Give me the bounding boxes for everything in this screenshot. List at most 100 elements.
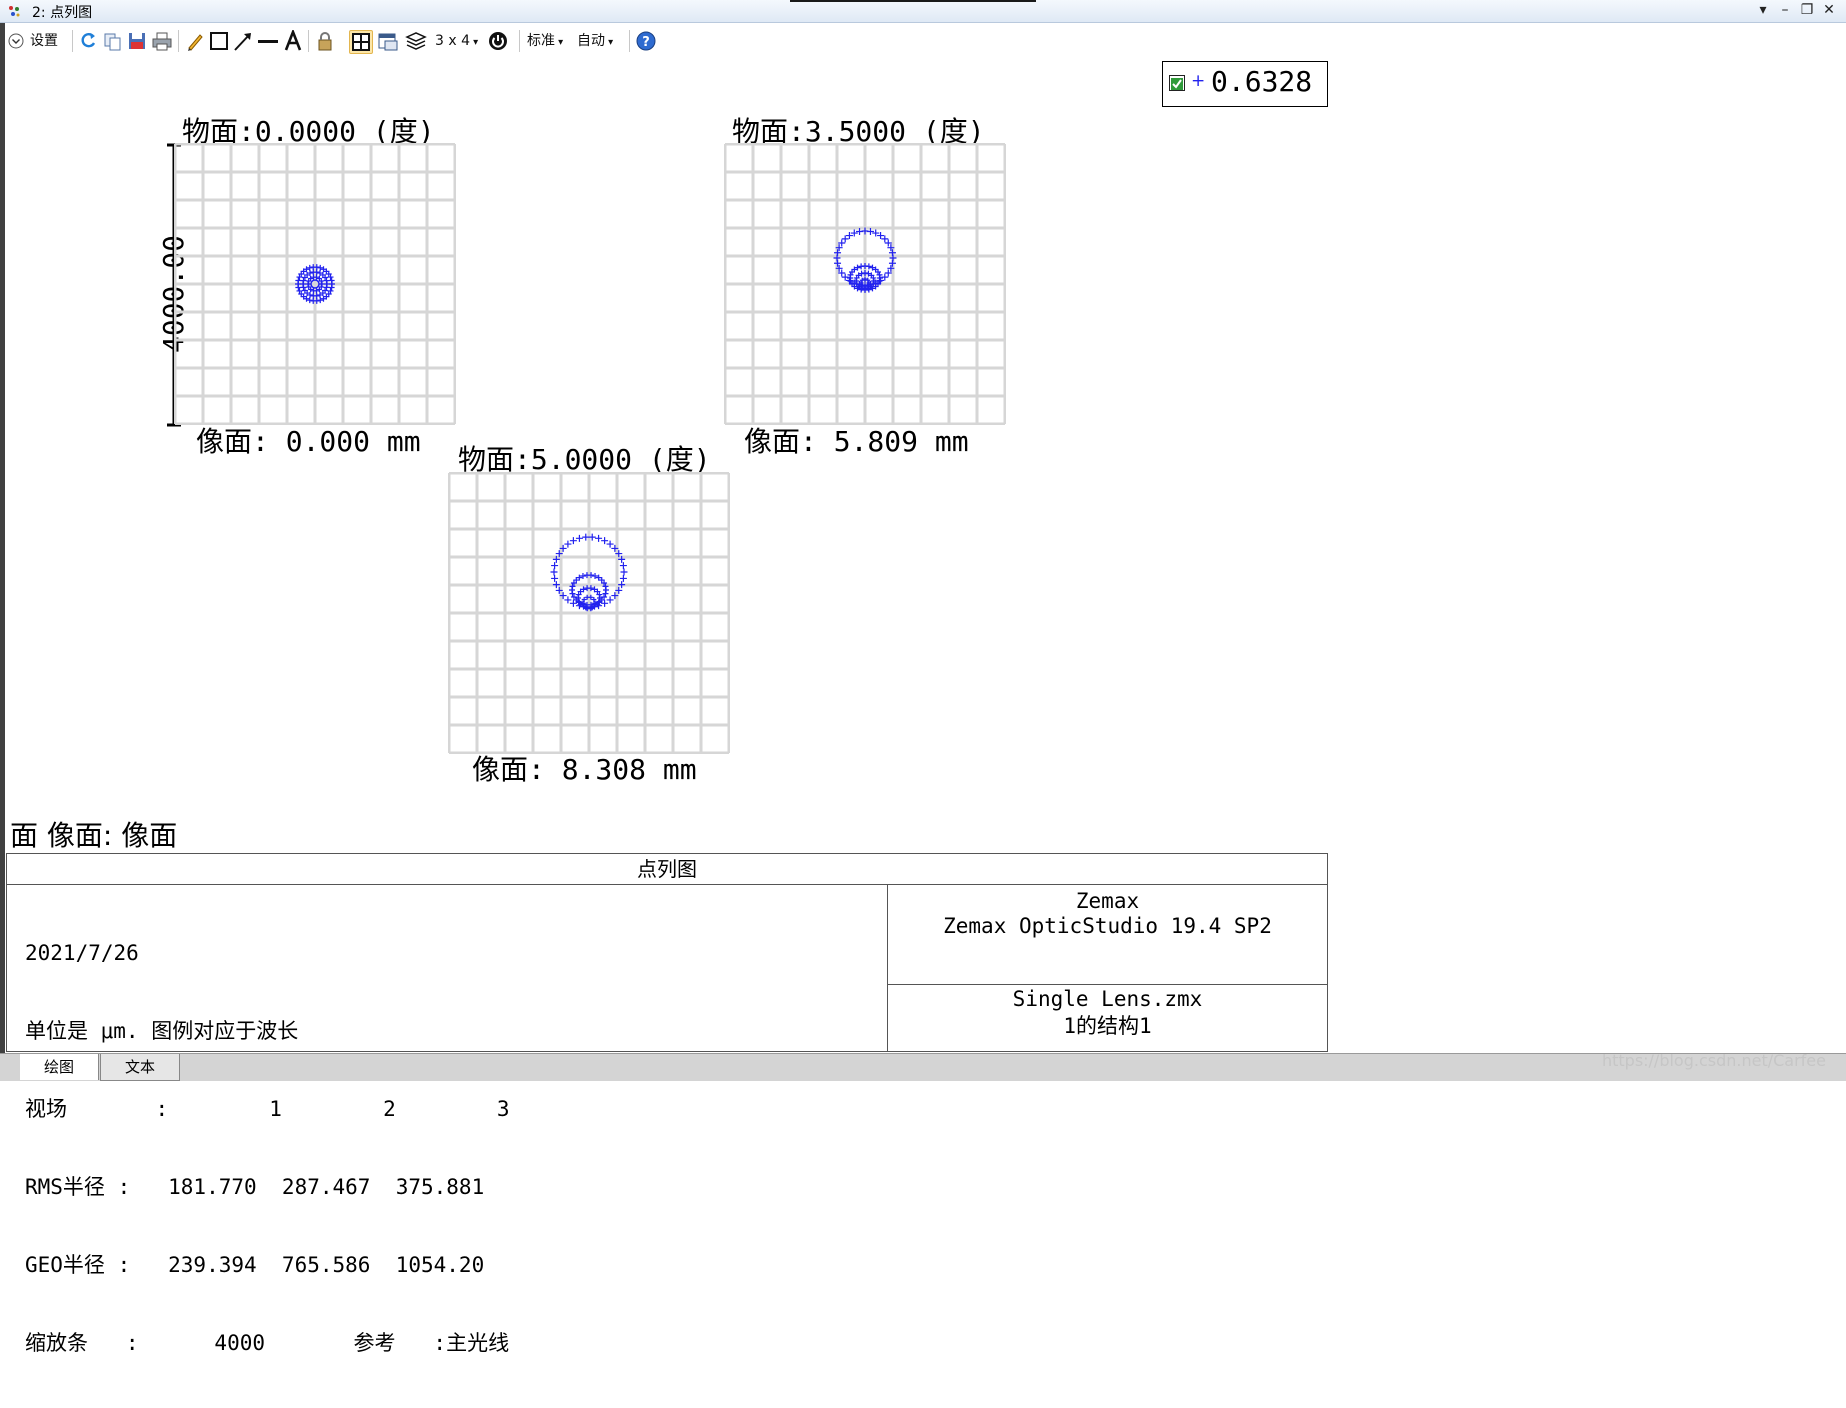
title-bar: 2: 点列图 ▾ – ❐ ✕ [0,0,1846,23]
standard-label: 标准 [527,33,555,49]
text-button[interactable] [283,30,303,52]
plot-3-caption: 像面: 8.308 mm [472,753,697,786]
info-table: 点列图 2021/7/26 单位是 μm. 图例对应于波长 视场 : 1 2 3… [6,853,1328,1355]
configuration-name: 1的结构1 [1063,1014,1152,1038]
close-icon[interactable]: ✕ [1818,0,1840,20]
dropdown-arrow-icon: ▾ [605,37,614,48]
dropdown-arrow-icon: ▾ [555,37,564,48]
plot-1-caption: 像面: 0.000 mm [196,425,421,458]
refresh-button[interactable] [79,30,99,52]
refresh-icon [81,33,96,48]
ray-marker [606,596,614,604]
auto-dropdown[interactable]: 自动 ▾ [577,30,623,52]
toolbar-separator [72,30,73,52]
text-a-icon [284,30,302,51]
ray-marker [319,281,325,287]
ray-marker [862,270,868,276]
toolbar-separator [308,30,309,52]
power-icon [489,32,507,50]
tab-text[interactable]: 文本 [100,1054,180,1081]
tab-plot[interactable]: 绘图 [20,1054,99,1080]
table-line-units: 单位是 μm. 图例对应于波长 [25,1019,299,1043]
plot-1-grid [174,143,456,425]
ray-marker [888,259,896,267]
table-line-date: 2021/7/26 [25,941,139,965]
rectangle-icon [210,32,228,50]
ray-marker [306,264,313,271]
line-icon [258,40,278,43]
layout-size-label: 3 x 4 [435,33,470,49]
plot-2-caption: 像面: 5.809 mm [744,425,969,458]
minimize-icon[interactable]: – [1774,0,1796,20]
ray-marker [865,263,872,270]
wavelength-checkbox[interactable] [1169,75,1185,91]
lock-button[interactable] [315,30,335,52]
ray-marker [564,540,572,548]
rectangle-button[interactable] [209,30,229,52]
file-name: Single Lens.zmx [1012,987,1203,1011]
ray-marker [550,568,558,576]
ray-marker [606,540,614,548]
software-info: Zemax Zemax OpticStudio 19.4 SP2 [888,889,1327,939]
window-title: 2: 点列图 [32,5,93,21]
save-icon [129,33,145,49]
window-edge [0,23,5,1058]
surface-label: 面 像面: 像面 [10,819,178,852]
ray-marker [575,534,583,542]
ray-marker [881,235,889,243]
layers-button[interactable] [405,30,427,52]
toolbar-separator [178,30,179,52]
toolbar-separator [519,30,520,52]
copy-icon [104,33,121,51]
arrow-icon [234,33,251,51]
ray-marker [317,264,324,271]
window-icon [378,33,398,51]
ray-marker [619,562,627,570]
table-line-fields: 视场 : 1 2 3 [25,1097,510,1121]
spot-diagram-app-icon [9,6,20,17]
settings-button[interactable]: 设置 [8,30,68,52]
table-line-geo: GEO半径 : 239.394 765.586 1054.20 [25,1253,485,1277]
series-marker-icon: + [1191,71,1206,91]
window-button[interactable] [377,30,399,52]
ray-marker [619,574,627,582]
layout-grid-icon [352,33,370,51]
printer-icon [152,32,172,51]
settings-label: 设置 [30,33,58,49]
ray-marker [551,562,559,570]
ray-marker [841,235,849,243]
arrow-button[interactable] [233,30,253,52]
help-icon: ? [636,31,656,51]
layout-grid-button[interactable] [349,30,373,54]
layout-size-dropdown[interactable]: 3 x 4 ▾ [435,30,481,52]
table-stats: 2021/7/26 单位是 μm. 图例对应于波长 视场 : 1 2 3 RMS… [25,888,510,1408]
table-line-rms: RMS半径 : 181.770 287.467 375.881 [25,1175,485,1199]
auto-label: 自动 [577,33,605,49]
standard-dropdown[interactable]: 标准 ▾ [527,30,573,52]
software-version: Zemax OpticStudio 19.4 SP2 [943,914,1272,938]
chevron-down-circle-icon [8,33,24,49]
dropdown-arrow-icon: ▾ [470,37,479,48]
plot-2-grid [724,143,1006,425]
ray-marker [564,596,572,604]
save-button[interactable] [127,30,147,52]
wavelength-value: 0.6328 [1211,65,1313,98]
svg-text:?: ? [642,35,650,50]
ray-marker [306,297,313,304]
table-divider [888,984,1327,985]
ray-marker [595,534,603,542]
copy-button[interactable] [103,30,123,52]
power-button[interactable] [487,30,509,52]
help-button[interactable]: ? [635,30,657,52]
company-name: Zemax [1075,889,1140,913]
ray-marker [551,574,559,582]
pencil-button[interactable] [185,30,205,52]
titlebar-accent [790,0,1036,2]
line-button[interactable] [257,30,279,52]
dropdown-icon[interactable]: ▾ [1752,0,1774,20]
ray-marker [620,568,628,576]
checkmark-icon [1171,78,1183,90]
restore-icon[interactable]: ❐ [1796,0,1818,20]
wavelength-legend: + 0.6328 [1162,61,1328,107]
print-button[interactable] [151,30,173,52]
